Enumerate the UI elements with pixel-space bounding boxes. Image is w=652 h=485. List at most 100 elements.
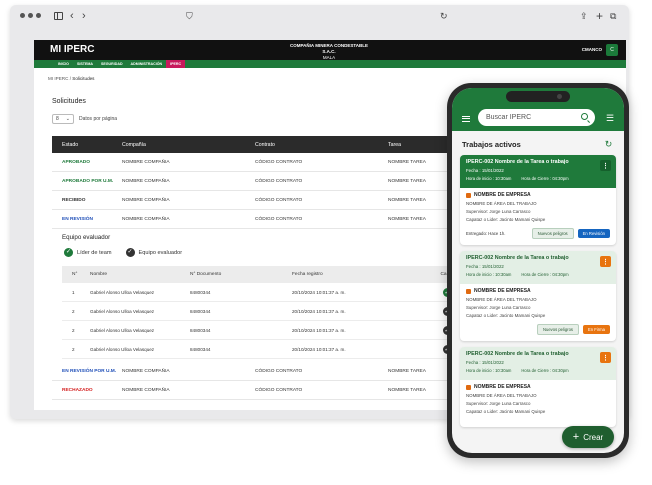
more-options-icon[interactable]: ⋮ [600, 160, 611, 171]
col-contrato[interactable]: Contrato [255, 142, 388, 148]
page-size-select[interactable]: 8 ⌄ [52, 114, 74, 124]
table-row[interactable]: EN REVISIÓN NOMBRE COMPAÑIA CÓDIGO CONTRAT… [52, 210, 462, 229]
breadcrumb-root[interactable]: MI IPERC [48, 76, 68, 81]
breadcrumb: MI IPERC / Solicitudes [48, 76, 94, 81]
job-date: Fecha : 15/01/2022 [466, 360, 504, 365]
contract-cell: CÓDIGO CONTRATO [255, 178, 303, 184]
new-tab-icon[interactable]: + [596, 9, 603, 23]
nav-item-iperc[interactable]: IPERC [166, 60, 186, 68]
job-area: NOMBRE DE ÁREA DEL TRABAJO [466, 297, 537, 302]
search-input[interactable]: Buscar IPERC [478, 109, 595, 126]
window-controls[interactable] [20, 13, 41, 18]
job-card-body: NOMBRE DE EMPRESA NOMBRE DE ÁREA DEL TRAB… [460, 188, 616, 243]
avatar[interactable]: C [606, 44, 618, 56]
team-name: Gabriel Alonso Ulloa Velasquez [90, 308, 155, 314]
hazards-badge[interactable]: Nuevos peligros [531, 228, 574, 239]
col-estado[interactable]: Estado [52, 142, 122, 148]
nav-item-inicio[interactable]: INICIO [54, 60, 73, 68]
menu-icon[interactable] [462, 116, 470, 122]
job-company-name: NOMBRE DE EMPRESA [474, 384, 531, 390]
table-row[interactable]: RECIBIDO NOMBRE COMPAÑIA CÓDIGO CONTRATO NO… [52, 191, 462, 210]
job-title: IPERC-002 Nombre de la Tarea o trabajo [466, 351, 569, 357]
team-row: 2 Gabriel Alonso Ulloa Velasquez 84800344 2… [62, 321, 462, 340]
nav-item-seguridad[interactable]: SEGURIDAD [97, 60, 127, 68]
team-row: 2 Gabriel Alonso Ulloa Velasquez 84800344 2… [62, 340, 462, 359]
team-number: 2 [72, 308, 75, 314]
building-icon [466, 288, 471, 294]
filter-icon[interactable]: ☰ [606, 113, 616, 123]
team-document: 84800344 [190, 289, 211, 295]
status-label: RECHAZADO [62, 387, 93, 393]
nav-item-sistema[interactable]: SISTEMA [73, 60, 97, 68]
nav-item-administracion[interactable]: ADMINISTRACIÓN [127, 60, 167, 68]
page-title: Solicitudes [52, 98, 86, 105]
search-icon[interactable] [581, 113, 588, 120]
company-cell: NOMBRE COMPAÑIA [122, 216, 170, 222]
table-row[interactable]: EN REVISIÓN POR U.M. NOMBRE COMPAÑIA CÓDIG… [52, 362, 462, 381]
team-number: 1 [72, 289, 75, 295]
breadcrumb-current: Solicitudes [72, 76, 95, 81]
team-panel: Equipo evaluador ✓ Líder de team ✓ Equip… [52, 230, 462, 362]
job-times: Hora de inicio : 10:30am Hora de Cierre :… [466, 176, 610, 181]
team-document: 84800344 [190, 346, 211, 352]
team-document: 84800344 [190, 327, 211, 333]
col-numero: N° [72, 272, 78, 277]
table-row[interactable]: APROBADO POR U.M. NOMBRE COMPAÑIA CÓDIGO C… [52, 172, 462, 191]
status-label: EN REVISIÓN POR U.M. [62, 368, 117, 374]
job-card[interactable]: IPERC-002 Nombre de la Tarea o trabajo Fe… [460, 251, 616, 341]
team-document: 84800344 [190, 308, 211, 314]
job-end-time: Hora de Cierre : 04:30pm [521, 176, 569, 181]
sidebar-toggle-icon[interactable] [54, 12, 63, 20]
team-date: 20/10/2024 10:01:37 a. m. [292, 346, 346, 352]
contract-cell: CÓDIGO CONTRATO [255, 197, 303, 203]
share-icon[interactable]: ⇪ [580, 9, 588, 23]
check-circle-icon: ✓ [64, 248, 73, 257]
team-table-header: N° Nombre N° Documento Fecha registro Ca… [62, 266, 462, 283]
table-row[interactable]: RECHAZADO NOMBRE COMPAÑIA CÓDIGO CONTRATO N… [52, 381, 462, 400]
status-label: APROBADO [62, 159, 90, 165]
job-company: NOMBRE DE EMPRESA [466, 288, 610, 294]
requests-table-continued: EN REVISIÓN POR U.M. NOMBRE COMPAÑIA CÓDIG… [52, 362, 462, 400]
job-card-header: IPERC-002 Nombre de la Tarea o trabajo Fe… [460, 347, 616, 380]
job-capataz: Capataz o Lider: Jacinto Mamani Quispe [466, 217, 546, 222]
more-options-icon[interactable]: ⋮ [600, 352, 611, 363]
job-card-header: IPERC-002 Nombre de la Tarea o trabajo Fe… [460, 251, 616, 284]
status-badge: En Firma [583, 325, 610, 334]
team-number: 2 [72, 346, 75, 352]
create-button[interactable]: + Crear [562, 426, 614, 448]
forward-icon[interactable]: › [82, 9, 86, 23]
job-card[interactable]: IPERC-002 Nombre de la Tarea o trabajo Fe… [460, 347, 616, 427]
app-header: MI IPERC COMPAÑIA MINERA CONDESTABLE S.A… [34, 40, 626, 60]
app-title[interactable]: MI IPERC [50, 44, 94, 55]
job-supervisor: Supervisor: Jorge Luna Carrasco [466, 209, 531, 214]
job-company: NOMBRE DE EMPRESA [466, 384, 610, 390]
status-badge: En Revisión [577, 229, 610, 238]
table-row[interactable]: APROBADO NOMBRE COMPAÑIA CÓDIGO CONTRATO NO… [52, 153, 462, 172]
back-icon[interactable]: ‹ [70, 9, 74, 23]
table-header: Estado Compañía Contrato Tarea [52, 136, 462, 153]
job-footer: Nuevos peligros En Firma [466, 324, 610, 335]
more-options-icon[interactable]: ⋮ [600, 256, 611, 267]
reload-icon[interactable]: ↻ [440, 9, 448, 23]
job-title: IPERC-002 Nombre de la Tarea o trabajo [466, 159, 569, 165]
job-card[interactable]: IPERC-002 Nombre de la Tarea o trabajo Fe… [460, 155, 616, 245]
breadcrumb-separator: / [69, 76, 71, 81]
hazards-badge[interactable]: Nuevos peligros [536, 324, 579, 335]
company-name: COMPAÑIA MINERA CONDESTABLE S.A.C. MALA [284, 43, 374, 61]
refresh-icon[interactable]: ↻ [603, 139, 614, 150]
status-label: RECIBIDO [62, 197, 86, 203]
job-times: Hora de inicio : 10:30am Hora de Cierre :… [466, 272, 610, 277]
tabs-icon[interactable]: ⧉ [610, 9, 616, 23]
job-footer: Entregado: Hace 1h. Nuevos peligros En Rev… [466, 228, 610, 239]
job-end-time: Hora de Cierre : 04:30pm [521, 368, 569, 373]
user-name[interactable]: CMANCO [582, 47, 602, 52]
team-number: 2 [72, 327, 75, 333]
col-nombre: Nombre [90, 272, 108, 277]
phone-notch [506, 91, 570, 102]
shield-icon[interactable]: ⛉ [186, 9, 193, 23]
search-placeholder: Buscar IPERC [486, 114, 532, 121]
col-compania[interactable]: Compañía [122, 142, 255, 148]
team-row: 2 Gabriel Alonso Ulloa Velasquez 84800344 2… [62, 302, 462, 321]
main-nav: INICIO SISTEMA SEGURIDAD ADMINISTRACIÓN … [34, 60, 626, 68]
job-capataz: Capataz o Lider: Jacinto Mamani Quispe [466, 313, 546, 318]
